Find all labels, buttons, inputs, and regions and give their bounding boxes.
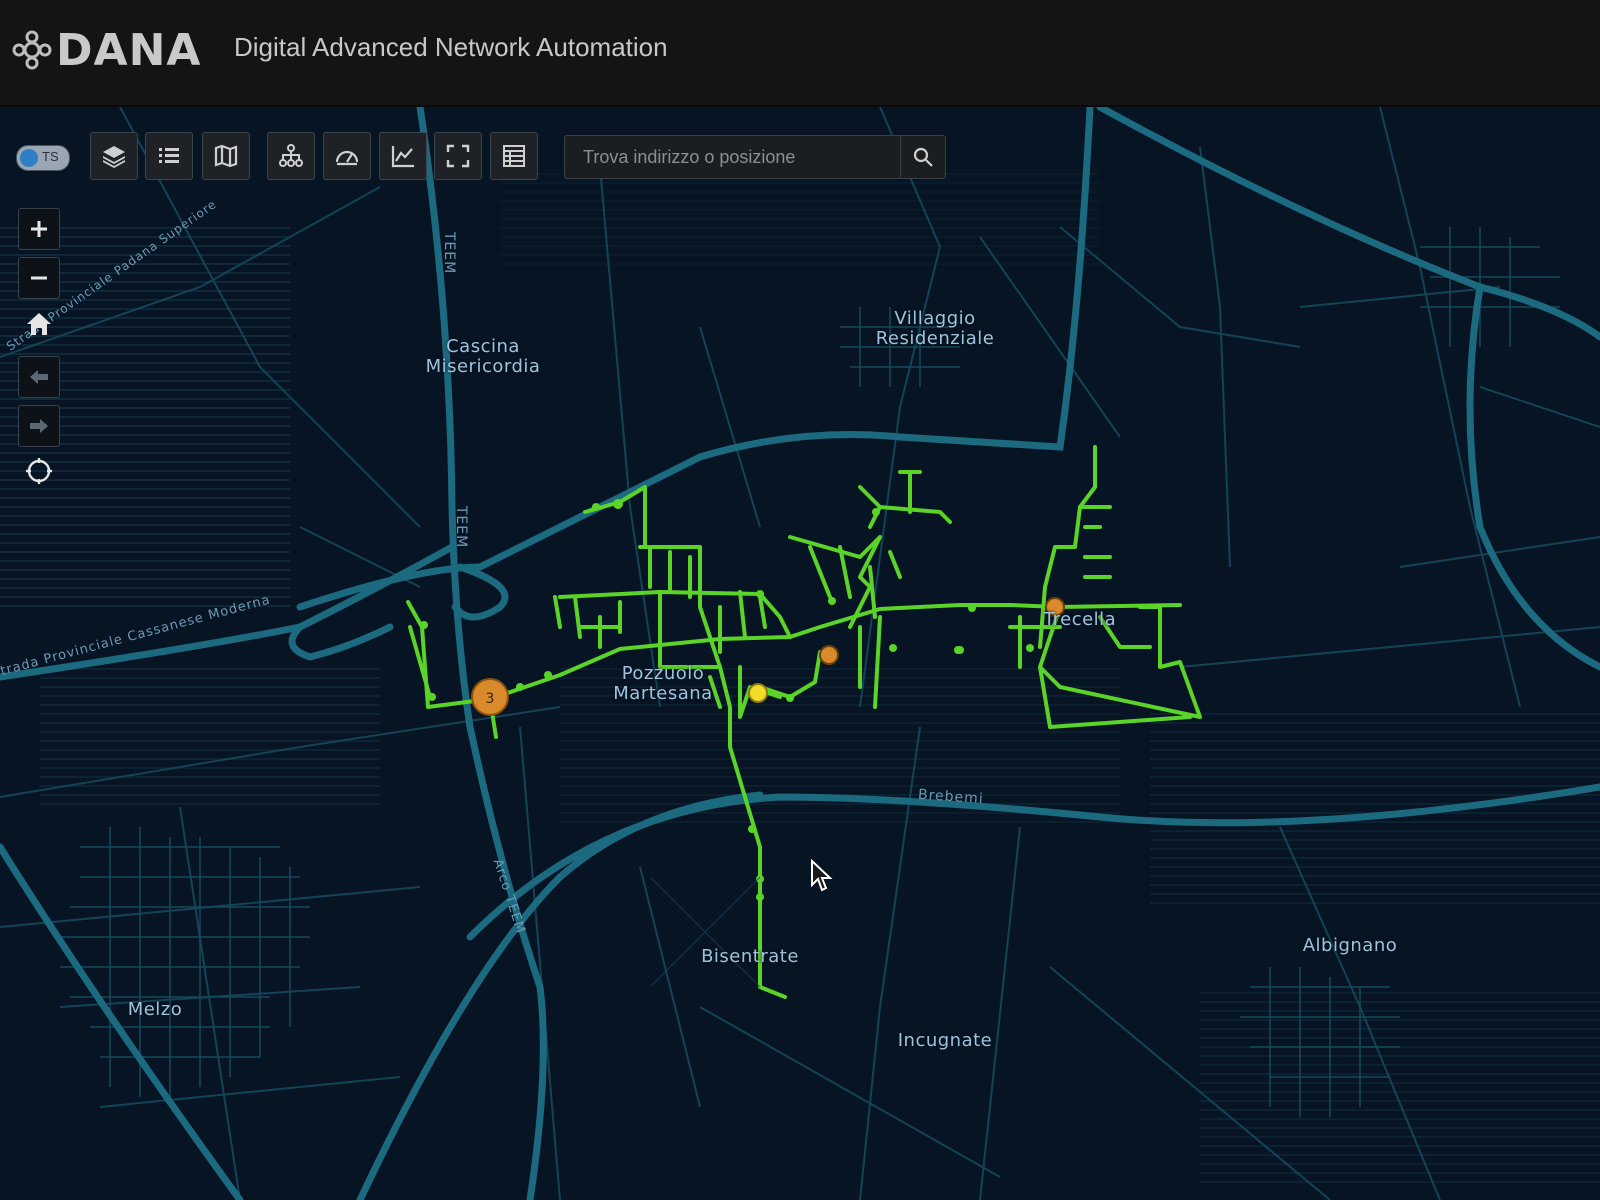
search-input[interactable]: [565, 136, 899, 178]
road-label-teem-mid: TEEM: [453, 505, 470, 549]
map-basemap[interactable]: 3: [0, 107, 1600, 1200]
place-label-trecella: Trecella: [1043, 609, 1117, 630]
cluster-count: 3: [486, 691, 495, 707]
chart-button[interactable]: [379, 132, 427, 180]
home-icon: [27, 313, 51, 335]
dana-logo: DANA: [12, 24, 201, 76]
road-label-teem-north: TEEM: [441, 231, 458, 275]
place-label-villaggio-residenziale: Villaggio Residenziale: [875, 308, 995, 349]
legend-list-button[interactable]: [145, 132, 193, 180]
arrow-left-icon: [30, 370, 48, 384]
basemap-button[interactable]: [202, 132, 250, 180]
plus-icon: [31, 221, 47, 237]
toggle-knob: [20, 149, 38, 167]
chart-icon: [391, 146, 414, 168]
toggle-label: TS: [42, 149, 59, 164]
home-button[interactable]: [20, 305, 58, 343]
address-search: [564, 135, 946, 179]
minus-icon: [31, 276, 47, 280]
zoom-in-button[interactable]: [18, 208, 60, 250]
place-label-bisentrate: Bisentrate: [701, 946, 799, 967]
place-label-incugnate: Incugnate: [897, 1030, 993, 1051]
search-icon: [913, 147, 933, 167]
ts-toggle[interactable]: TS: [16, 145, 70, 171]
place-label-cascina-misericordia: Cascina Misericordia: [425, 336, 541, 377]
layers-button[interactable]: [90, 132, 138, 180]
app-header: DANA Digital Advanced Network Automation: [0, 0, 1600, 107]
search-button[interactable]: [900, 136, 945, 178]
arrow-right-icon: [30, 419, 48, 433]
locate-icon: [26, 458, 52, 484]
place-label-pozzuolo-martesana: Pozzuolo Martesana: [613, 663, 713, 704]
gauge-icon: [335, 150, 359, 166]
map-view[interactable]: 3 TEEM TEEM Arco TEEM Brebemi Strada Pro…: [0, 107, 1600, 1200]
network-icon: [279, 144, 303, 167]
locate-button[interactable]: [20, 452, 58, 490]
table-icon: [503, 145, 525, 167]
list-icon: [159, 148, 179, 163]
logo-text: DANA: [56, 24, 202, 76]
table-button[interactable]: [490, 132, 538, 180]
network-tree-button[interactable]: [267, 132, 315, 180]
app-title: Digital Advanced Network Automation: [234, 32, 668, 62]
place-label-albignano: Albignano: [1302, 935, 1398, 956]
fullscreen-icon: [446, 144, 470, 168]
place-label-melzo: Melzo: [127, 999, 183, 1020]
previous-extent-button[interactable]: [18, 356, 60, 398]
map-icon: [214, 144, 238, 168]
fullscreen-button[interactable]: [434, 132, 482, 180]
zoom-out-button[interactable]: [18, 257, 60, 299]
dashboard-button[interactable]: [323, 132, 371, 180]
mouse-pointer-icon: [811, 859, 833, 892]
map-toolbar: TS: [0, 107, 1600, 207]
next-extent-button[interactable]: [18, 405, 60, 447]
layers-icon: [103, 146, 125, 168]
dana-logo-icon: [12, 30, 52, 70]
